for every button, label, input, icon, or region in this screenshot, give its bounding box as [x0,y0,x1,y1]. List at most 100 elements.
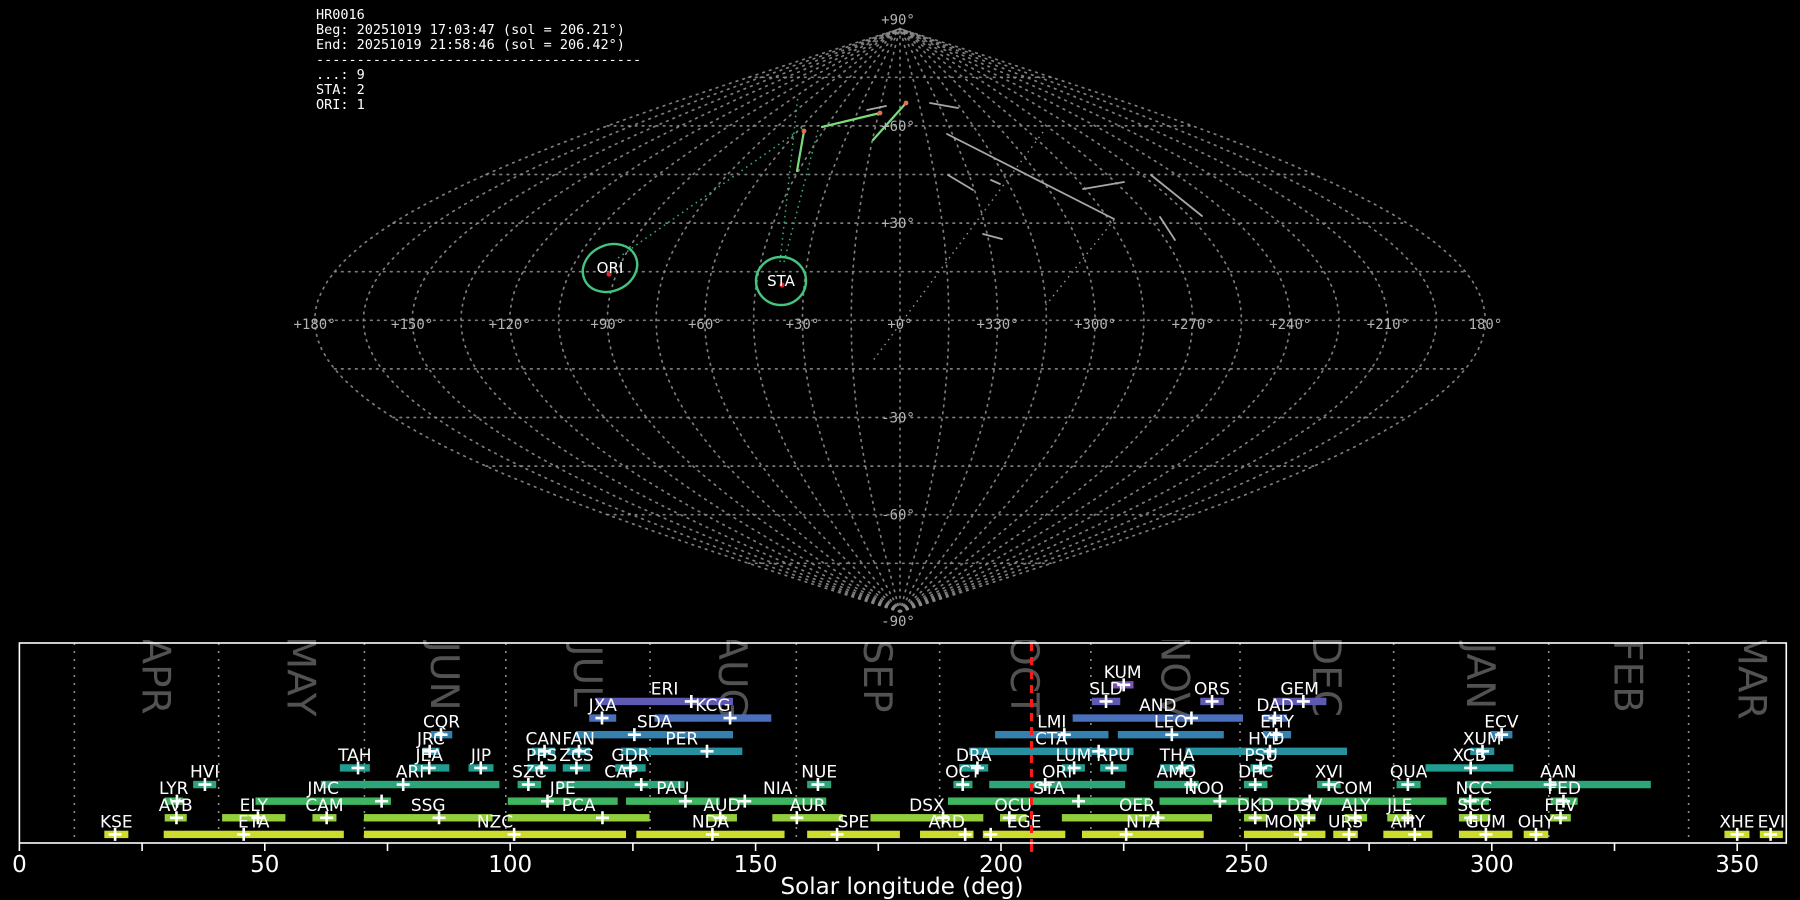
sky-lon-label: 180° [1469,317,1503,333]
shower-label-KCG: KCG [695,696,730,716]
shower-label-DKD: DKD [1237,796,1274,816]
x-tick-label: 200 [979,852,1023,878]
shower-label-THA: THA [1159,746,1195,766]
sky-lon-label: +270° [1172,317,1214,333]
shower-label-LMI: LMI [1037,713,1066,733]
sky-map: ORI STA +180° +150° +120° +90° +60° +30° +0° +330… [293,13,1503,630]
sky-lat-label: +30° [881,216,915,232]
shower-label-NZC: NZC [477,812,513,832]
radiants-screenshot: ORI STA +180° +150° +120° +90° +60° +30° +0° +330… [0,0,1800,900]
shower-label-CAN: CAN [525,729,561,749]
sporadic-trail-dotted [1045,219,1115,306]
month-label: APR [133,640,178,715]
radiant-label-STA: STA [767,272,796,290]
radiant-label-ORI: ORI [597,259,624,277]
meteor-trail-end-dot [903,100,909,106]
x-tick-label: 300 [1470,852,1514,878]
peak-marker-STA [1072,794,1086,808]
session-info: HR0016 Beg: 20251019 17:03:47 (sol = 206… [316,7,642,113]
x-tick-label: 100 [488,852,532,878]
shower-label-OER: OER [1119,796,1155,816]
x-tick-label: 150 [734,852,778,878]
shower-label-QUA: QUA [1390,763,1428,783]
x-tick-label: 350 [1715,852,1759,878]
shower-label-SSG: SSG [411,796,446,816]
shower-label-JXA: JXA [588,696,618,716]
sky-lon-label: +240° [1269,317,1311,333]
shower-label-XHE: XHE [1719,812,1754,832]
shower-label-PAU: PAU [656,779,689,799]
shower-label-KSE: KSE [100,812,133,832]
meteor-trail [820,111,882,129]
shower-label-ELY: ELY [240,796,269,816]
shower-label-HVI: HVI [190,763,219,783]
month-label: MAR [1728,640,1773,720]
sky-lat-label: -60° [881,508,915,524]
sky-lon-label: +300° [1074,317,1116,333]
sky-lon-label: +180° [293,317,335,333]
shower-label-TAH: TAH [337,746,371,766]
shower-label-JMC: JMC [306,779,339,799]
shower-label-CQR: CQR [423,713,460,733]
peak-marker-PER [700,744,714,758]
shower-label-FAN: FAN [562,729,595,749]
shower-label-AUR: AUR [790,796,826,816]
sky-lat-label: -90° [881,614,915,630]
month-label: SEP [854,640,899,712]
sporadic-trail [947,174,974,191]
meteor-trail-end-dot [801,128,807,134]
shower-label-LYR: LYR [159,779,189,799]
sporadic-trail [866,105,887,111]
shower-label-AND: AND [1139,696,1176,716]
sky-lon-label: +90° [590,317,624,333]
shower-label-DSV: DSV [1287,796,1323,816]
peak-marker-EGE [984,827,998,841]
x-tick-label: 250 [1224,852,1268,878]
shower-label-JLE: JLE [1386,796,1412,816]
shower-label-RPU: RPU [1096,746,1131,766]
activity-chart: Solar longitude (deg) APR MAY JUN JUL AUG SEP… [12,640,1788,900]
sporadic-trail [929,102,959,109]
shower-label-NCC: NCC [1456,779,1492,799]
shower-label-KUM: KUM [1104,663,1142,683]
shower-label-JIP: JIP [470,746,491,766]
meteor-trail-dotted [779,94,799,263]
peak-marker-PCA [595,811,609,825]
sporadic-trail [946,133,1115,220]
meteor-trail-end-dot [877,110,883,116]
month-label: JUN [421,640,466,711]
sporadic-trail [1159,216,1176,241]
sky-lon-label: +60° [688,317,722,333]
shower-label-NIA: NIA [763,779,793,799]
x-tick-label: 0 [12,852,27,878]
x-tick-label: 50 [250,852,279,878]
month-label: FEB [1605,640,1650,713]
sporadic-trail [1082,181,1125,190]
sporadic-trail [1150,174,1203,217]
shower-label-OCU: OCU [994,796,1032,816]
shower-label-ORS: ORS [1194,679,1230,699]
month-label: MAY [278,640,323,717]
month-label: JAN [1457,640,1502,709]
shower-label-DSX: DSX [909,796,945,816]
shower-label-GDR: GDR [611,746,649,766]
shower-label-GEM: GEM [1280,679,1319,699]
shower-label-AAN: AAN [1540,763,1576,783]
sky-lon-label: +330° [976,317,1018,333]
shower-label-ERI: ERI [651,679,679,699]
shower-label-DRA: DRA [956,746,992,766]
month-label: OCT [1001,640,1046,717]
meteor-trail-dotted [617,127,803,259]
shower-label-SDA: SDA [637,713,673,733]
sky-lon-label: +30° [786,317,820,333]
sky-lon-label: +210° [1367,317,1409,333]
sky-lat-label: -30° [881,411,915,427]
sporadic-trail [990,179,1001,185]
sky-lon-label: +0° [887,317,912,333]
peak-marker-JMC [375,794,389,808]
sky-lon-label: +150° [391,317,433,333]
shower-label-ECV: ECV [1484,713,1519,733]
sky-lon-label: +120° [489,317,531,333]
shower-label-AUD: AUD [703,796,740,816]
shower-label-SPE: SPE [838,812,870,832]
